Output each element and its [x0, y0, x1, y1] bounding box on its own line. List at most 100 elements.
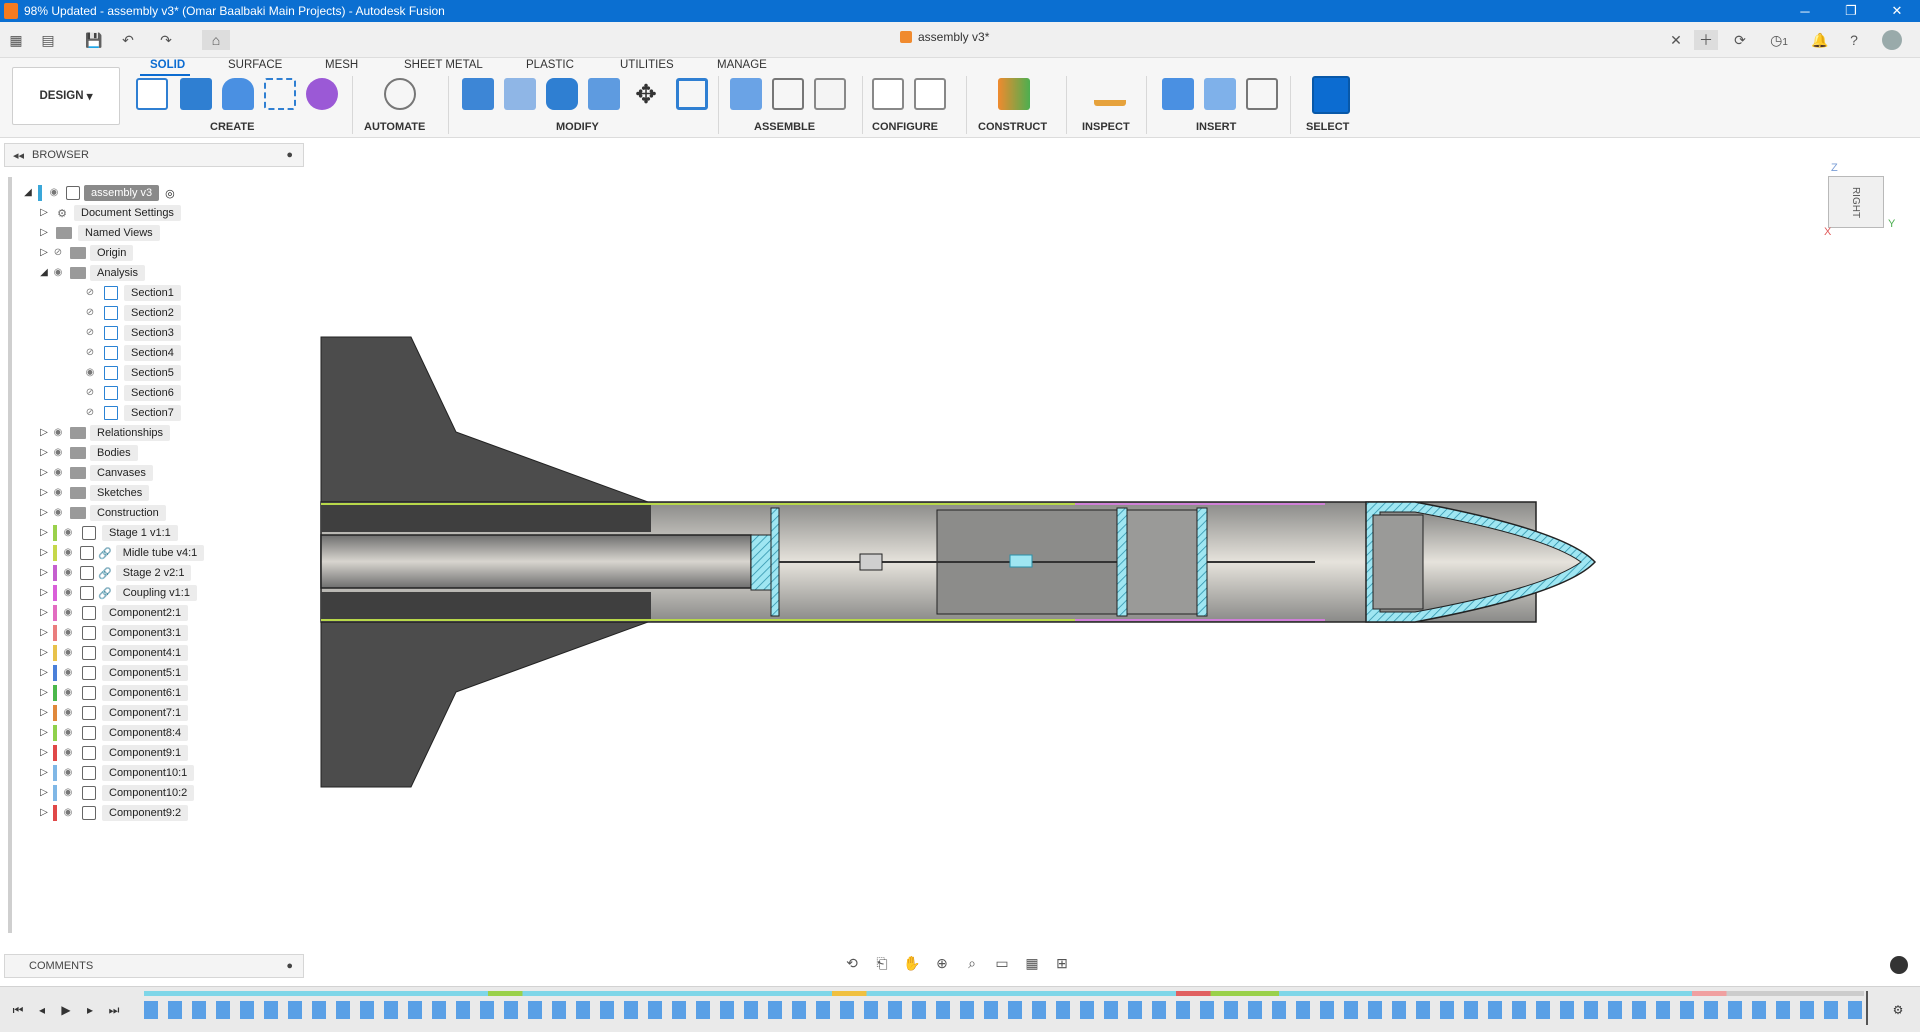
expand-triangle-icon[interactable]: ▷ — [38, 547, 50, 559]
lower-fin[interactable] — [320, 621, 649, 788]
modify-group-label[interactable]: MODIFY — [556, 121, 599, 133]
insert-image-icon[interactable] — [1162, 78, 1194, 110]
chamfer-icon[interactable] — [546, 78, 578, 110]
tab-plastic[interactable]: PLASTIC — [526, 59, 574, 71]
tree-item-relationships[interactable]: ▷ ◉ Relationships — [38, 423, 171, 443]
collapse-browser-icon[interactable]: ◂◂ — [13, 149, 24, 162]
expand-triangle-icon[interactable]: ▷ — [38, 807, 50, 819]
extrude-icon[interactable] — [180, 78, 212, 110]
bulkhead-3[interactable] — [1196, 507, 1208, 617]
visibility-eye-icon[interactable]: ◉ — [50, 487, 66, 499]
visibility-eye-icon[interactable]: ◉ — [60, 547, 76, 559]
play-icon[interactable]: ▶ — [58, 1002, 74, 1018]
tree-item-component5[interactable]: ▷ ◉ Component5:1 — [38, 663, 189, 683]
expand-triangle-icon[interactable]: ▷ — [38, 767, 50, 779]
hidden-eye-icon[interactable]: ⊘ — [50, 247, 66, 259]
tree-item-component10-2[interactable]: ▷ ◉ Component10:2 — [38, 783, 195, 803]
visibility-eye-icon[interactable]: ◉ — [60, 647, 76, 659]
grid-settings-icon[interactable]: ▦ — [1020, 953, 1044, 973]
document-tab[interactable]: assembly v3* — [900, 30, 989, 44]
shell-icon[interactable] — [588, 78, 620, 110]
motor-tube[interactable] — [320, 534, 752, 589]
tree-item-section2[interactable]: ⊘ Section2 — [82, 303, 181, 323]
automate-group-label[interactable]: AUTOMATE — [364, 121, 425, 133]
expand-triangle-icon[interactable]: ▷ — [38, 607, 50, 619]
tab-surface[interactable]: SURFACE — [228, 59, 282, 71]
tree-item-component6[interactable]: ▷ ◉ Component6:1 — [38, 683, 189, 703]
expand-triangle-icon[interactable]: ▷ — [38, 247, 50, 259]
look-at-icon[interactable]: ⎗ — [870, 953, 894, 973]
rocket-section-model[interactable] — [305, 140, 1920, 960]
view-cube[interactable]: RIGHT — [1828, 176, 1884, 228]
configure-icon[interactable] — [872, 78, 904, 110]
expand-triangle-icon[interactable]: ▷ — [38, 647, 50, 659]
visibility-eye-icon[interactable]: ◉ — [50, 427, 66, 439]
joint-icon[interactable] — [772, 78, 804, 110]
tree-item-component2[interactable]: ▷ ◉ Component2:1 — [38, 603, 189, 623]
timeline-track[interactable] — [144, 991, 1864, 1025]
new-component-icon[interactable] — [730, 78, 762, 110]
tree-item-canvases[interactable]: ▷ ◉ Canvases — [38, 463, 153, 483]
visibility-eye-icon[interactable]: ◉ — [60, 727, 76, 739]
expand-triangle-icon[interactable]: ▷ — [38, 487, 50, 499]
tree-item-stage2[interactable]: ▷ ◉ 🔗 Stage 2 v2:1 — [38, 563, 192, 583]
close-tab-icon[interactable]: ✕ — [1666, 30, 1686, 50]
expand-triangle-icon[interactable]: ▷ — [38, 207, 50, 219]
hidden-eye-icon[interactable]: ⊘ — [82, 287, 98, 299]
hidden-eye-icon[interactable]: ⊘ — [82, 347, 98, 359]
visibility-eye-icon[interactable]: ◉ — [50, 507, 66, 519]
visibility-eye-icon[interactable]: ◉ — [60, 567, 76, 579]
tree-item-component3[interactable]: ▷ ◉ Component3:1 — [38, 623, 189, 643]
tree-item-component9[interactable]: ▷ ◉ Component9:1 — [38, 743, 189, 763]
minimize-button[interactable]: ─ — [1782, 0, 1828, 22]
tree-item-coupling[interactable]: ▷ ◉ 🔗 Coupling v1:1 — [38, 583, 197, 603]
tab-manage[interactable]: MANAGE — [717, 59, 767, 71]
expand-triangle-icon[interactable]: ▷ — [38, 707, 50, 719]
select-icon[interactable] — [1312, 76, 1350, 114]
tree-item-section7[interactable]: ⊘ Section7 — [82, 403, 181, 423]
scale-icon[interactable] — [676, 78, 708, 110]
go-to-end-icon[interactable]: ⏭ — [106, 1002, 122, 1018]
browser-header[interactable]: ◂◂ BROWSER ● — [4, 143, 304, 167]
visibility-eye-icon[interactable]: ◉ — [82, 367, 98, 379]
visibility-eye-icon[interactable]: ◉ — [60, 587, 76, 599]
expand-triangle-icon[interactable]: ▷ — [38, 567, 50, 579]
new-tab-icon[interactable]: ＋ — [1694, 30, 1718, 50]
visibility-eye-icon[interactable]: ◉ — [60, 627, 76, 639]
nose-shoulder[interactable] — [1372, 514, 1424, 610]
tree-item-document-settings[interactable]: ▷ ⚙ Document Settings — [38, 203, 181, 223]
activate-radio-icon[interactable]: ◎ — [165, 187, 175, 200]
fillet-icon[interactable] — [504, 78, 536, 110]
workspace-switcher-button[interactable]: DESIGN ▾ — [12, 67, 120, 125]
3d-viewport[interactable] — [305, 140, 1920, 960]
measure-icon[interactable] — [1094, 86, 1126, 106]
browser-pin-icon[interactable]: ● — [286, 149, 293, 161]
visibility-eye-icon[interactable]: ◉ — [60, 607, 76, 619]
insert-derive-icon[interactable] — [1246, 78, 1278, 110]
select-group-label[interactable]: SELECT — [1306, 121, 1349, 133]
comment-bubble-icon[interactable] — [1890, 956, 1908, 974]
tree-item-component9-2[interactable]: ▷ ◉ Component9:2 — [38, 803, 189, 823]
expand-triangle-icon[interactable]: ▷ — [38, 727, 50, 739]
centering-ring[interactable] — [750, 534, 772, 591]
display-settings-icon[interactable]: ▭ — [990, 953, 1014, 973]
upper-fin[interactable] — [320, 336, 649, 503]
visibility-eye-icon[interactable]: ◉ — [46, 187, 62, 199]
nut-1[interactable] — [859, 553, 883, 571]
visibility-eye-icon[interactable]: ◉ — [60, 687, 76, 699]
sweep-icon[interactable] — [264, 78, 296, 110]
automate-icon[interactable] — [384, 78, 416, 110]
press-pull-icon[interactable] — [462, 78, 494, 110]
pan-icon[interactable]: ✋ — [900, 953, 924, 973]
electronics-board[interactable] — [1009, 554, 1033, 568]
zoom-icon[interactable]: ⊕ — [930, 953, 954, 973]
tree-item-section6[interactable]: ⊘ Section6 — [82, 383, 181, 403]
assemble-group-label[interactable]: ASSEMBLE — [754, 121, 815, 133]
visibility-eye-icon[interactable]: ◉ — [60, 667, 76, 679]
hidden-eye-icon[interactable]: ⊘ — [82, 327, 98, 339]
visibility-eye-icon[interactable]: ◉ — [60, 787, 76, 799]
visibility-eye-icon[interactable]: ◉ — [60, 747, 76, 759]
tab-solid[interactable]: SOLID — [150, 59, 185, 71]
help-icon[interactable]: ? — [1844, 30, 1864, 50]
hidden-eye-icon[interactable]: ⊘ — [82, 307, 98, 319]
